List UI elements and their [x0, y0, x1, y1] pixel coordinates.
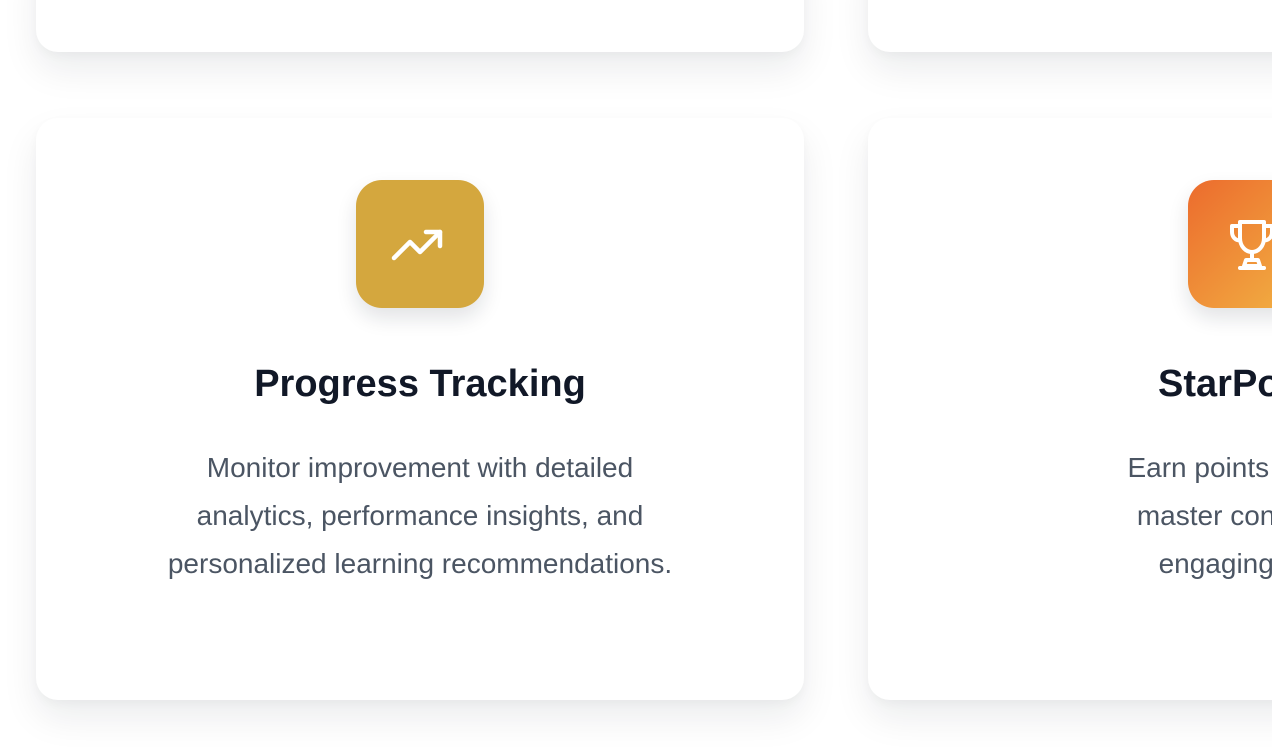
progress-icon-tile — [356, 180, 484, 308]
card-description: Earn points and ach master concepts, r e… — [932, 444, 1272, 588]
card-description-line: Monitor improvement with detailed — [206, 452, 634, 483]
features-section: Progress Tracking Monitor improvement wi… — [0, 0, 1272, 748]
starpower-icon-tile — [1188, 180, 1272, 308]
feature-card-previous-left — [36, 0, 804, 52]
card-description-line: analytics, performance insights, and — [196, 500, 644, 531]
card-description-line: personalized learning recommendations. — [167, 548, 673, 579]
trophy-icon — [1230, 220, 1272, 270]
feature-card-starpower: StarPower Earn points and ach master con… — [868, 118, 1272, 700]
trending-up-icon — [391, 229, 443, 261]
card-title: Progress Tracking — [254, 363, 586, 405]
card-description: Monitor improvement with detailed analyt… — [100, 444, 740, 588]
card-description-line: master concepts, r — [1136, 500, 1272, 531]
feature-card-previous-right — [868, 0, 1272, 52]
card-title: StarPower — [1158, 363, 1272, 405]
card-description-line: Earn points and ach — [1127, 452, 1272, 483]
feature-card-progress-tracking: Progress Tracking Monitor improvement wi… — [36, 118, 804, 700]
card-description-line: engaging and r — [1158, 548, 1272, 579]
